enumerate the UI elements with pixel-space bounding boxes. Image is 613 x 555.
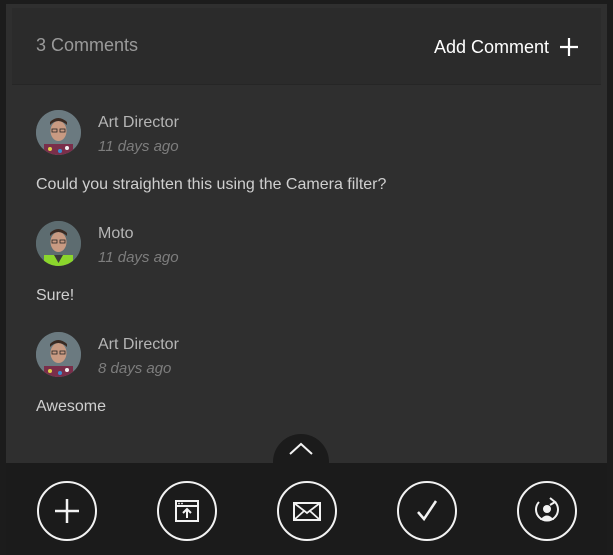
chevron-up-icon	[289, 442, 313, 455]
comment-item: Art Director 11 days ago Could you strai…	[12, 85, 601, 196]
comment-author: Art Director	[98, 336, 179, 353]
plus-icon	[560, 38, 578, 56]
comment-author: Art Director	[98, 114, 179, 131]
share-icon	[175, 500, 199, 522]
comment-count: 3 Comments	[36, 35, 139, 55]
add-comment-label: Add Comment	[433, 36, 549, 57]
add-icon	[55, 499, 79, 523]
comment-author: Moto	[98, 225, 134, 242]
comment-text: Could you straighten this using the Came…	[36, 176, 387, 193]
user-sync-icon	[535, 497, 559, 522]
comment-text: Sure!	[36, 287, 75, 304]
add-comment-button[interactable]: Add Comment	[434, 34, 579, 60]
avatar	[36, 221, 81, 266]
approve-button[interactable]	[397, 481, 457, 541]
mail-button[interactable]	[277, 481, 337, 541]
comment-item: Moto 11 days ago Sure!	[12, 196, 601, 307]
user-sync-button[interactable]	[517, 481, 577, 541]
comment-time: 11 days ago	[98, 249, 179, 266]
mail-icon	[293, 502, 321, 521]
comment-time: 11 days ago	[98, 138, 179, 155]
comment-list: Art Director 11 days ago Could you strai…	[12, 85, 601, 418]
comment-time: 8 days ago	[98, 360, 172, 377]
comments-header: 3 Comments Add Comment	[12, 8, 601, 85]
share-button[interactable]	[157, 481, 217, 541]
checkmark-icon	[417, 500, 438, 522]
comment-item: Art Director 8 days ago Awesome	[12, 307, 601, 418]
expand-toolbar-button[interactable]	[273, 434, 329, 464]
comment-text: Awesome	[36, 398, 106, 415]
avatar	[36, 332, 81, 377]
add-button[interactable]	[37, 481, 97, 541]
avatar	[36, 110, 81, 155]
